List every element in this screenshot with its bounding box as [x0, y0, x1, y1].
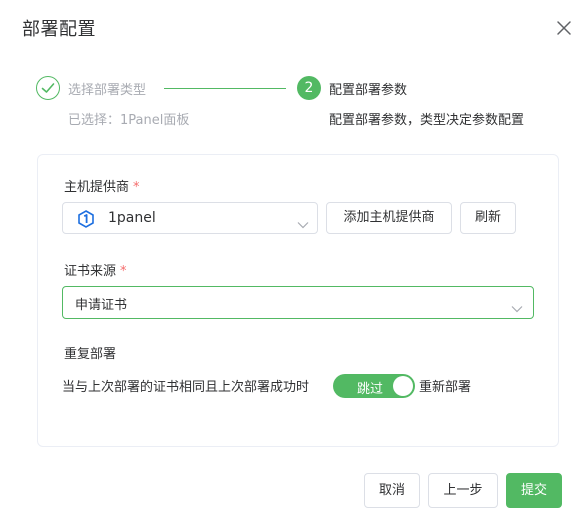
- required-mark: *: [120, 264, 127, 279]
- cert-source-select[interactable]: 申请证书: [62, 286, 534, 319]
- refresh-button[interactable]: 刷新: [460, 202, 516, 234]
- switch-active-text: 跳过: [357, 382, 384, 397]
- step-2-number: 2: [297, 76, 321, 100]
- step-2-title: 配置部署参数: [329, 83, 408, 98]
- switch-inactive-text: 重新部署: [419, 380, 472, 395]
- 1panel-logo-icon: [77, 210, 95, 228]
- add-provider-button[interactable]: 添加主机提供商: [326, 202, 452, 234]
- required-mark: *: [133, 180, 140, 195]
- step-1-description: 已选择：1Panel面板: [68, 113, 190, 128]
- switch-knob: [393, 376, 413, 396]
- step-1-title: 选择部署类型: [68, 83, 147, 98]
- cancel-button[interactable]: 取消: [364, 473, 420, 508]
- dialog-title: 部署配置: [22, 19, 96, 40]
- submit-button[interactable]: 提交: [506, 473, 562, 508]
- skip-repeat-switch[interactable]: 跳过: [333, 374, 415, 398]
- provider-select[interactable]: 1panel: [62, 202, 318, 234]
- close-icon[interactable]: [554, 18, 574, 38]
- cert-source-value: 申请证书: [75, 298, 128, 313]
- provider-label: 主机提供商 *: [64, 180, 140, 195]
- chevron-down-icon: [297, 214, 309, 233]
- provider-value: 1panel: [108, 210, 156, 226]
- repeat-deploy-description: 当与上次部署的证书相同且上次部署成功时: [62, 380, 310, 395]
- cert-source-label: 证书来源 *: [64, 264, 127, 279]
- deploy-config-dialog: 部署配置 选择部署类型 已选择：1Panel面板 2 配置部署参数 配置部署参数…: [0, 0, 578, 515]
- chevron-down-icon: [511, 298, 523, 317]
- form-card: 主机提供商 * 1panel 添加主机提供商 刷新 证书来源 * 申请证书 重复部署…: [37, 154, 559, 447]
- step-1-check-icon: [36, 76, 60, 100]
- repeat-deploy-label: 重复部署: [64, 347, 117, 362]
- step-connector-line: [164, 88, 286, 89]
- prev-step-button[interactable]: 上一步: [428, 473, 498, 508]
- step-2-description: 配置部署参数，类型决定参数配置: [329, 113, 525, 128]
